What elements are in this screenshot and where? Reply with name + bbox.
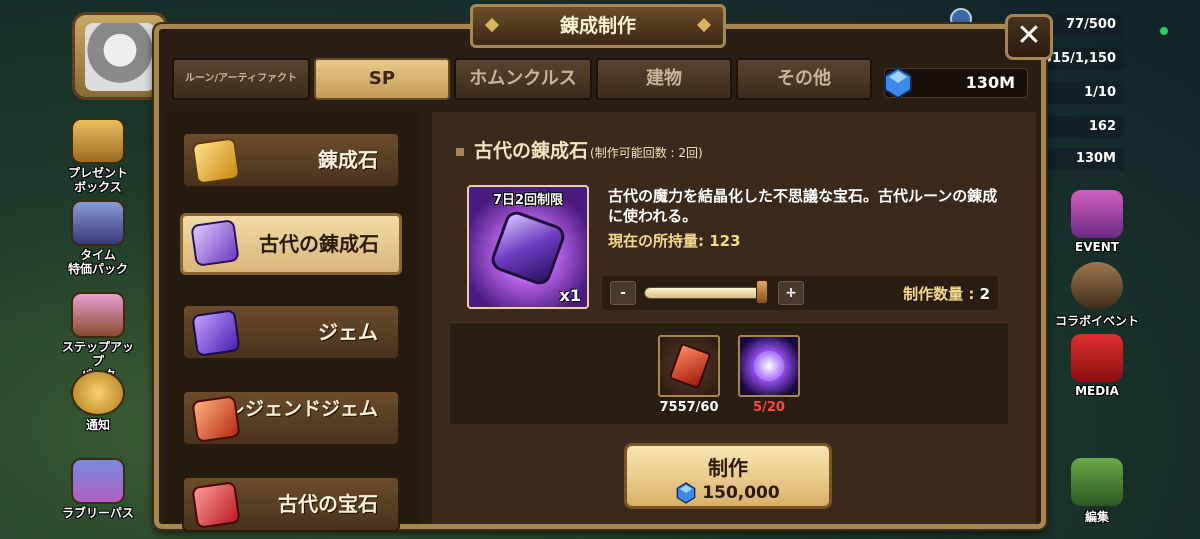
craft-cost: 150,000 [627, 482, 829, 504]
diamond-ornament-icon [696, 17, 712, 33]
category-gem[interactable]: ジェム [182, 304, 400, 360]
craft-limit-note: (制作可能回数 : 2回) [590, 146, 703, 160]
treasure-chest-icon [71, 118, 125, 164]
present-box-label: プレゼント ボックス [67, 166, 128, 194]
increase-button[interactable]: + [778, 281, 804, 305]
avatar [85, 23, 155, 91]
craft-stone-icon [191, 137, 241, 185]
lovely-pass-button[interactable]: ラブリーパス [58, 458, 138, 520]
ancient-jewel-icon [191, 481, 241, 529]
close-button[interactable]: ✕ [1005, 14, 1053, 60]
tab-sp[interactable]: SP [314, 58, 450, 100]
item-qty: x1 [559, 286, 581, 305]
crystal-balance: 130M [884, 67, 1028, 99]
gem-icon [191, 309, 241, 357]
pass-card-icon [71, 458, 125, 504]
material-slot-2[interactable] [738, 335, 800, 397]
ancient-craft-stone-icon [190, 219, 240, 267]
category-craft-stone[interactable]: 錬成石 [182, 132, 400, 188]
owned-amount: 現在の所持量: 123 [608, 230, 741, 251]
edit-button[interactable]: 編集 [1054, 458, 1140, 525]
wizard-icon [71, 200, 125, 246]
gift-icon [1071, 190, 1123, 238]
panel-title: 錬成制作 [559, 15, 636, 37]
craft-quantity-value: 2 [979, 285, 990, 303]
diamond-ornament-icon [484, 17, 500, 33]
category-ancient-craft-stone[interactable]: 古代の錬成石 [180, 213, 402, 275]
close-icon: ✕ [1016, 18, 1042, 53]
owned-value: 123 [709, 232, 741, 250]
tab-other[interactable]: その他 [736, 58, 872, 100]
tab-building[interactable]: 建物 [596, 58, 732, 100]
edit-label: 編集 [1084, 510, 1109, 524]
present-box-button[interactable]: プレゼント ボックス [58, 118, 138, 194]
item-title: 古代の錬成石 [474, 140, 589, 162]
magic-essence-icon [754, 351, 784, 381]
lovely-pass-label: ラブリーパス [62, 506, 134, 520]
notification-label: 通知 [85, 418, 110, 432]
category-label: ジェム [318, 320, 378, 344]
crystal-icon [884, 67, 912, 99]
event-label: EVENT [1075, 240, 1119, 254]
red-crystal-icon [668, 342, 712, 390]
time-pack-button[interactable]: タイム 特価パック [58, 200, 138, 276]
slider-handle[interactable] [756, 280, 768, 304]
tab-homunculus[interactable]: ホムンクルス [454, 58, 592, 100]
material-count-2: 5/20 [753, 400, 785, 415]
panel-title-plate: 錬成制作 [470, 4, 726, 48]
time-pack-label: タイム 特価パック [67, 248, 128, 276]
media-button[interactable]: MEDIA [1054, 334, 1140, 398]
stepup-pack-button[interactable]: ステップアップ パック [58, 292, 138, 382]
item-heading: 古代の錬成石 (制作可能回数 : 2回) [456, 136, 703, 163]
quantity-slider-row: - + 制作数量 : 2 [602, 276, 998, 310]
collab-event-button[interactable]: コラボイベント [1054, 262, 1140, 329]
notification-button[interactable]: 通知 [58, 370, 138, 432]
craft-quantity: 制作数量 : 2 [903, 283, 990, 304]
tv-icon [1071, 334, 1123, 382]
tab-rune-artifact[interactable]: ルーン/アーティファクト [172, 58, 310, 100]
decrease-button[interactable]: - [610, 281, 636, 305]
collab-event-label: コラボイベント [1054, 314, 1139, 328]
island-icon [1071, 458, 1123, 506]
craft-button[interactable]: 制作 150,000 [624, 443, 832, 509]
category-label: レジェンドジェム [225, 398, 378, 420]
character-icon [1071, 262, 1123, 310]
limit-badge: 7日2回制限 [492, 193, 564, 208]
item-description: 古代の魔力を結晶化した不思議な宝石。古代ルーンの錬成に使われる。 [608, 187, 998, 225]
online-status-dot [1160, 27, 1168, 35]
slider-fill [645, 288, 765, 298]
quantity-slider[interactable] [644, 287, 766, 299]
category-legend-gem[interactable]: レジェンドジェム [182, 390, 400, 446]
category-ancient-jewel[interactable]: 古代の宝石 [182, 476, 400, 532]
item-preview: 7日2回制限 x1 [467, 185, 589, 309]
event-button[interactable]: EVENT [1054, 190, 1140, 254]
category-label: 古代の錬成石 [259, 232, 379, 256]
craft-button-label: 制作 [708, 456, 748, 480]
crystal-icon [676, 482, 696, 504]
media-label: MEDIA [1075, 384, 1119, 398]
material-slot-1[interactable] [658, 335, 720, 397]
craft-cost-value: 150,000 [702, 483, 780, 503]
bullet-icon [456, 147, 464, 156]
craft-quantity-label: 制作数量 : [903, 285, 975, 303]
material-count-1: 7557/60 [659, 400, 719, 415]
bell-icon [71, 370, 125, 416]
ancient-craft-stone-icon [488, 208, 568, 288]
category-label: 錬成石 [318, 148, 378, 172]
gift-pile-icon [71, 292, 125, 338]
legend-gem-icon [191, 395, 241, 443]
crystal-balance-value: 130M [965, 73, 1015, 92]
category-label: 古代の宝石 [278, 492, 378, 516]
owned-label: 現在の所持量: [608, 232, 704, 250]
